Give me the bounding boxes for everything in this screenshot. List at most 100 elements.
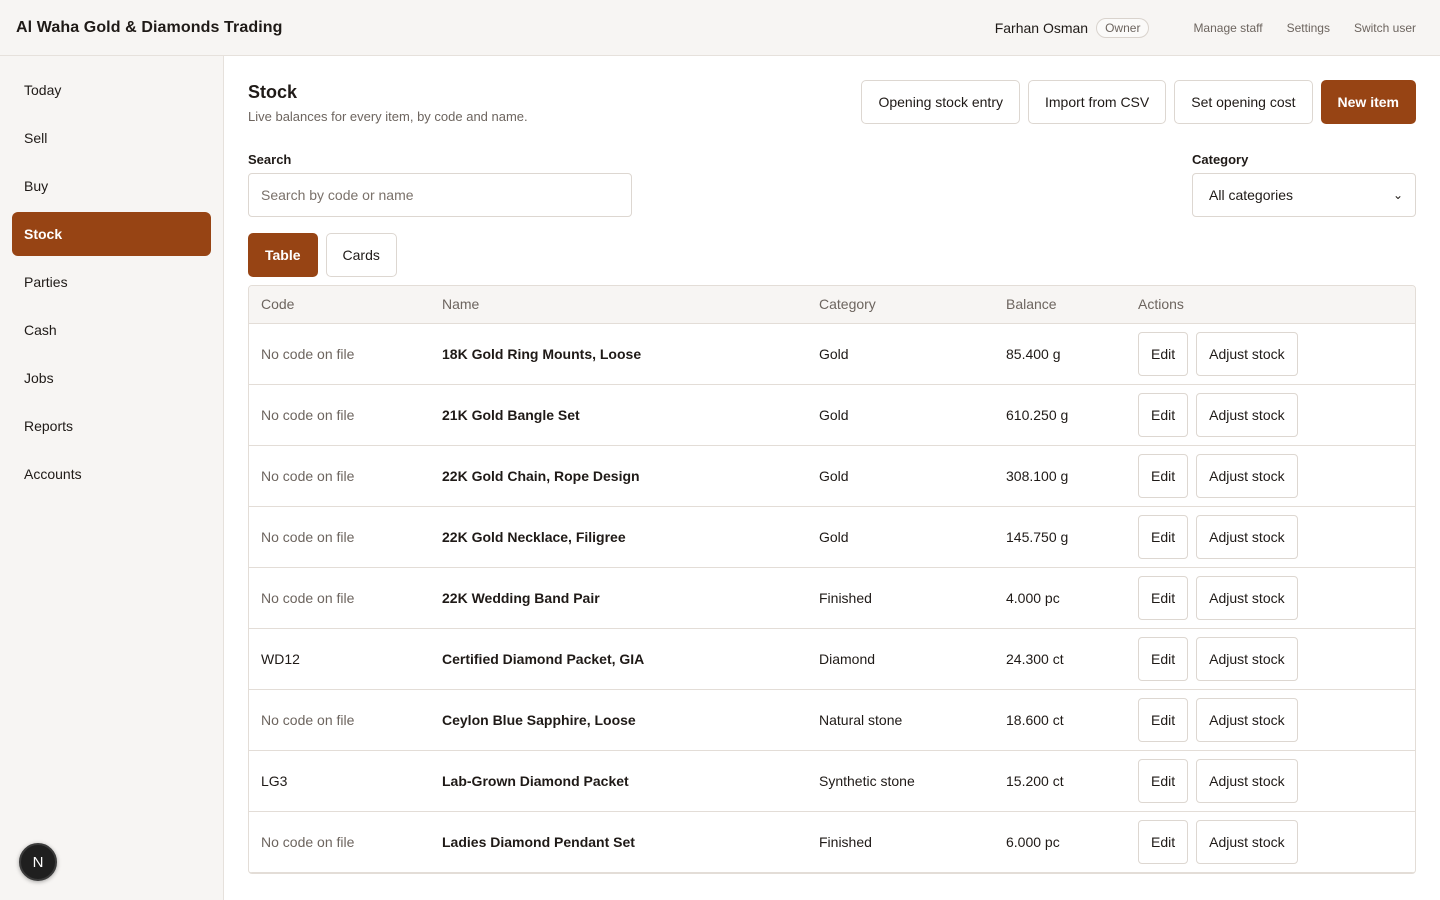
column-header-actions: Actions — [1126, 286, 1415, 324]
stock-table: Code Name Category Balance Actions No co… — [249, 286, 1415, 873]
page-title: Stock — [248, 82, 298, 102]
cell-category: Natural stone — [819, 711, 903, 728]
cards-view-button[interactable]: Cards — [325, 233, 397, 277]
cell-category: Diamond — [819, 650, 876, 667]
adjust-stock-button[interactable]: Adjust stock — [1196, 758, 1298, 803]
table-row: No code on file Ladies Diamond Pendant Se… — [249, 811, 1415, 872]
cell-category: Gold — [819, 528, 849, 545]
table-row: No code on file 22K Wedding Band Pair Fini… — [249, 567, 1415, 628]
adjust-stock-button[interactable]: Adjust stock — [1196, 575, 1298, 620]
opening-stock-entry-button[interactable]: Opening stock entry — [861, 80, 1020, 124]
adjust-stock-button[interactable]: Adjust stock — [1196, 453, 1298, 498]
sidebar-item-parties[interactable]: Parties — [12, 260, 211, 304]
cell-category: Finished — [819, 833, 872, 850]
cell-name: Ladies Diamond Pendant Set — [442, 833, 635, 850]
new-item-button[interactable]: New item — [1320, 80, 1416, 124]
cell-balance: 85.400 g — [1006, 345, 1061, 362]
cell-name: Certified Diamond Packet, GIA — [442, 650, 645, 667]
main-content: Stock Live balances for every item, by c… — [224, 56, 1440, 900]
page-subtitle: Live balances for every item, by code an… — [248, 109, 528, 124]
cell-code: No code on file — [261, 406, 355, 423]
cell-code: No code on file — [261, 711, 355, 728]
cell-actions: Edit Adjust stock — [1126, 506, 1415, 567]
stock-table-container: Code Name Category Balance Actions No co… — [248, 285, 1416, 874]
adjust-stock-button[interactable]: Adjust stock — [1196, 636, 1298, 681]
edit-button[interactable]: Edit — [1138, 453, 1189, 498]
column-header-name: Name — [430, 286, 807, 324]
cell-name: 22K Gold Necklace, Filigree — [442, 528, 626, 545]
cell-actions: Edit Adjust stock — [1126, 323, 1415, 384]
sidebar-item-buy[interactable]: Buy — [12, 164, 211, 208]
category-select-value: All categories — [1209, 187, 1294, 203]
cell-balance: 24.300 ct — [1006, 650, 1064, 667]
edit-button[interactable]: Edit — [1138, 636, 1189, 681]
cell-category: Gold — [819, 406, 849, 423]
search-label: Search — [248, 152, 292, 167]
edit-button[interactable]: Edit — [1138, 514, 1189, 559]
column-header-code: Code — [249, 286, 430, 324]
sidebar: Today Sell Buy Stock Parties Cash Jobs R… — [0, 56, 224, 900]
category-select[interactable]: All categories ⌄ — [1192, 173, 1416, 217]
cell-balance: 610.250 g — [1006, 406, 1069, 423]
cell-name: 22K Wedding Band Pair — [442, 589, 600, 606]
cell-code: No code on file — [261, 833, 355, 850]
cell-actions: Edit Adjust stock — [1126, 567, 1415, 628]
current-user-name: Farhan Osman — [994, 19, 1089, 36]
cell-name: 22K Gold Chain, Rope Design — [442, 467, 640, 484]
cell-name: 18K Gold Ring Mounts, Loose — [442, 345, 642, 362]
table-view-button[interactable]: Table — [248, 233, 318, 277]
edit-button[interactable]: Edit — [1138, 331, 1189, 376]
sidebar-item-today[interactable]: Today — [12, 68, 211, 112]
role-badge: Owner — [1096, 17, 1150, 38]
adjust-stock-button[interactable]: Adjust stock — [1196, 697, 1298, 742]
adjust-stock-button[interactable]: Adjust stock — [1196, 392, 1298, 437]
cell-name: 21K Gold Bangle Set — [442, 406, 580, 423]
edit-button[interactable]: Edit — [1138, 758, 1189, 803]
edit-button[interactable]: Edit — [1138, 575, 1189, 620]
adjust-stock-button[interactable]: Adjust stock — [1196, 514, 1298, 559]
sidebar-item-jobs[interactable]: Jobs — [12, 356, 211, 400]
edit-button[interactable]: Edit — [1138, 819, 1189, 864]
set-opening-cost-button[interactable]: Set opening cost — [1174, 80, 1313, 124]
filters: Search Category All categories ⌄ — [248, 152, 1416, 217]
cell-code: LG3 — [261, 772, 288, 789]
sidebar-item-sell[interactable]: Sell — [12, 116, 211, 160]
manage-staff-link[interactable]: Manage staff — [1193, 21, 1262, 35]
chevron-down-icon: ⌄ — [1392, 188, 1403, 202]
top-bar: Al Waha Gold & Diamonds Trading Farhan O… — [0, 0, 1440, 56]
cell-actions: Edit Adjust stock — [1126, 445, 1415, 506]
sidebar-item-accounts[interactable]: Accounts — [12, 452, 211, 496]
cell-category: Synthetic stone — [819, 772, 915, 789]
sidebar-item-reports[interactable]: Reports — [12, 404, 211, 448]
table-row: WD12 Certified Diamond Packet, GIA Diamond… — [249, 628, 1415, 689]
cell-balance: 15.200 ct — [1006, 772, 1064, 789]
table-row: No code on file 21K Gold Bangle Set Gold 61… — [249, 384, 1415, 445]
category-field-group: Category All categories ⌄ — [1192, 152, 1416, 217]
search-input[interactable] — [248, 173, 632, 217]
cell-actions: Edit Adjust stock — [1126, 384, 1415, 445]
adjust-stock-button[interactable]: Adjust stock — [1196, 331, 1298, 376]
sidebar-item-stock[interactable]: Stock — [12, 212, 211, 256]
adjust-stock-button[interactable]: Adjust stock — [1196, 819, 1298, 864]
import-csv-button[interactable]: Import from CSV — [1027, 80, 1167, 124]
cell-name: Lab-Grown Diamond Packet — [442, 772, 629, 789]
cell-code: No code on file — [261, 528, 355, 545]
category-label: Category — [1192, 152, 1249, 167]
cell-balance: 18.600 ct — [1006, 711, 1064, 728]
table-row: No code on file 18K Gold Ring Mounts, Loo… — [249, 323, 1415, 384]
sidebar-item-cash[interactable]: Cash — [12, 308, 211, 352]
settings-link[interactable]: Settings — [1287, 21, 1330, 35]
table-row: No code on file Ceylon Blue Sapphire, Loo… — [249, 689, 1415, 750]
cell-actions: Edit Adjust stock — [1126, 811, 1415, 872]
topbar-user-area: Farhan Osman Owner Manage staff Settings… — [994, 17, 1416, 38]
edit-button[interactable]: Edit — [1138, 697, 1189, 742]
cell-balance: 6.000 pc — [1006, 833, 1060, 850]
switch-user-link[interactable]: Switch user — [1354, 21, 1416, 35]
table-row: No code on file 22K Gold Chain, Rope Desi… — [249, 445, 1415, 506]
cell-actions: Edit Adjust stock — [1126, 750, 1415, 811]
avatar[interactable]: N — [19, 843, 57, 881]
cell-category: Finished — [819, 589, 872, 606]
cell-balance: 308.100 g — [1006, 467, 1069, 484]
cell-code: No code on file — [261, 467, 355, 484]
edit-button[interactable]: Edit — [1138, 392, 1189, 437]
